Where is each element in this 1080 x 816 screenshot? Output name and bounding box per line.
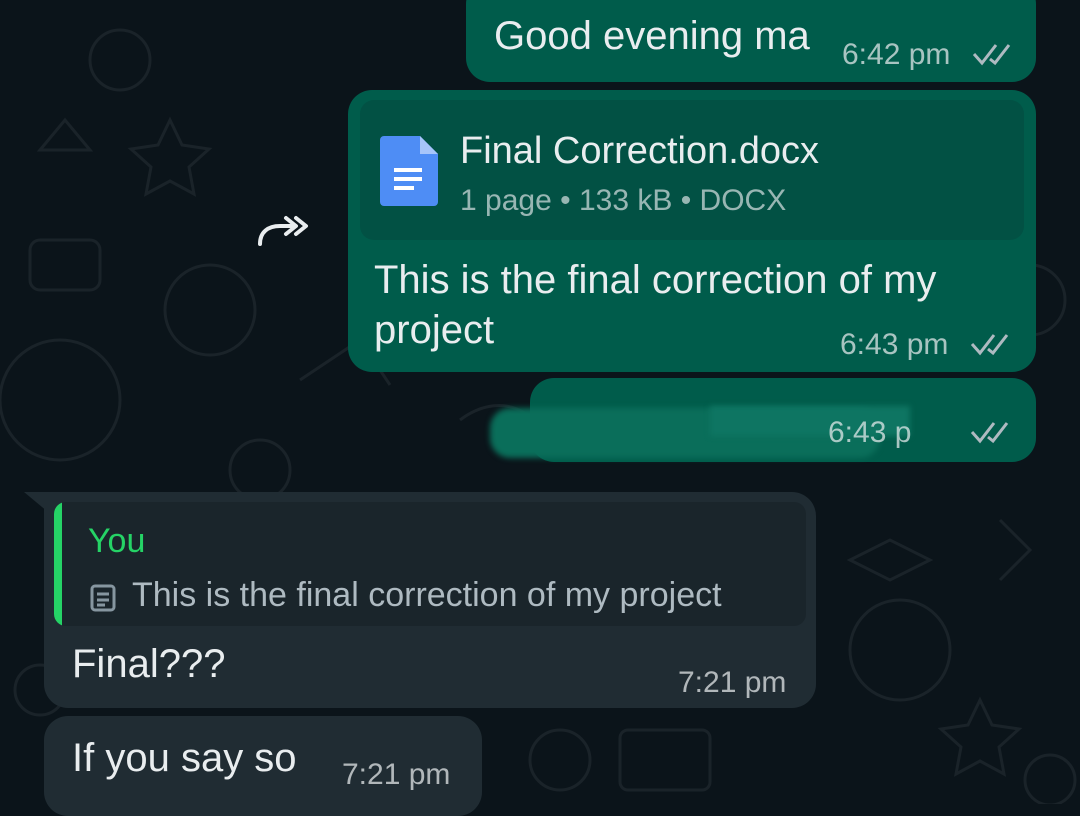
file-name: Final Correction.docx: [460, 130, 820, 172]
separator-dot: •: [680, 184, 700, 217]
bubble-tail: [24, 492, 48, 512]
quote-author: You: [88, 522, 146, 560]
file-pages: 1 page: [460, 184, 552, 217]
incoming-reply-message[interactable]: You This is the final correction of my p…: [24, 492, 816, 708]
message-text: If you say so: [72, 736, 297, 780]
message-time: 6:43 pm: [840, 328, 949, 361]
file-type: DOCX: [699, 184, 787, 217]
read-ticks-icon: [972, 44, 1011, 66]
read-ticks-icon: [970, 422, 1009, 444]
outgoing-message[interactable]: Good evening ma 6:42 pm: [466, 0, 1036, 82]
message-time: 7:21 pm: [342, 758, 451, 791]
caption-line-1: This is the final correction of my: [374, 258, 937, 302]
caption-line-2: project: [374, 308, 495, 352]
message-time: 6:43 p: [828, 416, 912, 449]
message-text: Final???: [72, 642, 226, 686]
message-time: 6:42 pm: [842, 38, 951, 71]
document-icon: [380, 136, 438, 206]
document-preview[interactable]: Final Correction.docx 1 page • 133 kB • …: [360, 100, 1024, 240]
incoming-message[interactable]: If you say so 7:21 pm: [44, 716, 482, 816]
file-size: 133 kB: [578, 184, 673, 217]
quote-accent-bar: [54, 502, 62, 626]
outgoing-document-message[interactable]: Final Correction.docx 1 page • 133 kB • …: [348, 90, 1036, 372]
forward-icon[interactable]: [254, 210, 314, 250]
message-text: Good evening ma: [494, 14, 810, 58]
outgoing-message[interactable]: 6:43 p: [490, 378, 1036, 462]
quoted-message[interactable]: You This is the final correction of my p…: [54, 502, 806, 626]
read-ticks-icon: [970, 334, 1009, 356]
separator-dot: •: [560, 184, 579, 217]
quote-text: This is the final correction of my proje…: [132, 576, 722, 614]
file-meta: 1 page • 133 kB • DOCX: [460, 184, 786, 218]
message-time: 7:21 pm: [678, 666, 787, 699]
document-small-icon: [90, 584, 116, 612]
